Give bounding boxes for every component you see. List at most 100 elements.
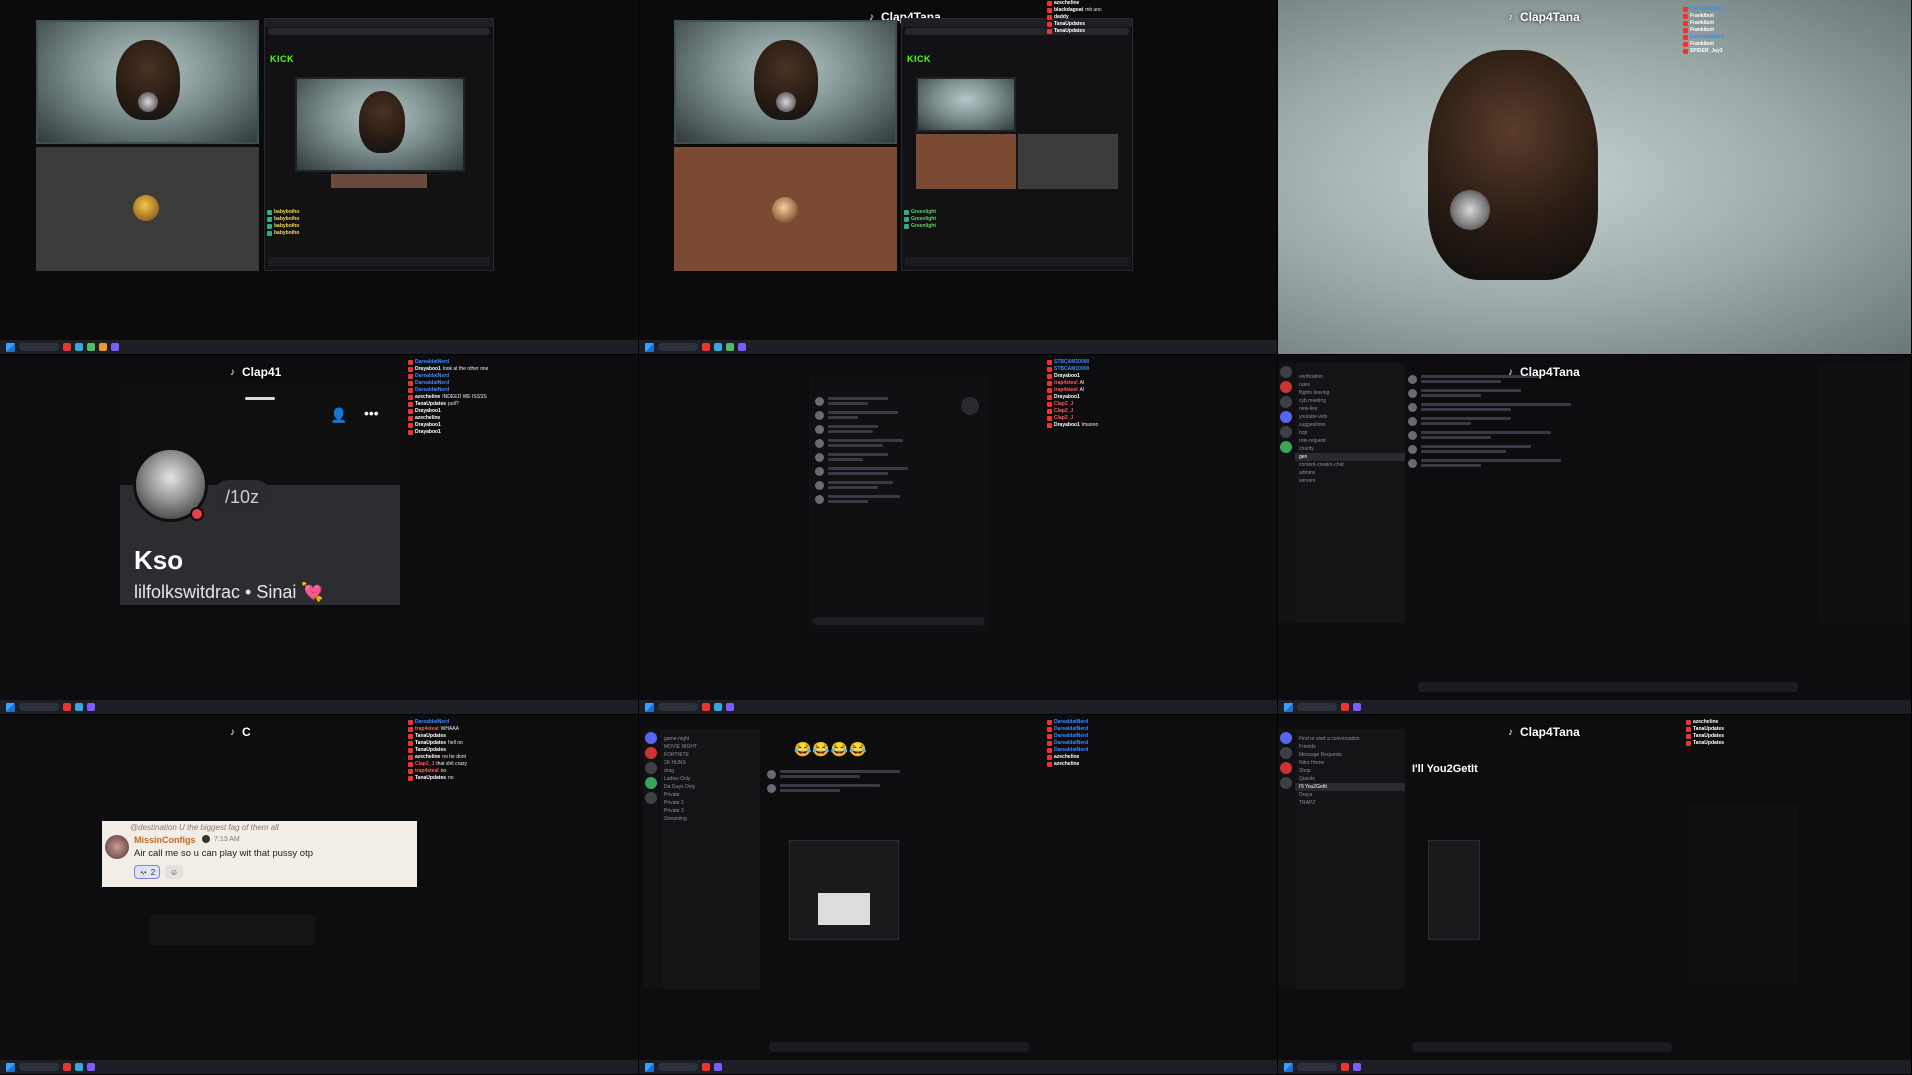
app-icon[interactable] <box>87 343 95 351</box>
app-icon[interactable] <box>726 703 734 711</box>
app-icon[interactable] <box>63 703 71 711</box>
app-icon[interactable] <box>1353 703 1361 711</box>
message-input[interactable] <box>1418 682 1798 692</box>
chat-username[interactable]: azecheline <box>415 415 440 422</box>
start-icon[interactable] <box>6 342 15 352</box>
chat-username[interactable]: trap4steel <box>1054 387 1078 394</box>
app-icon[interactable] <box>714 1063 722 1071</box>
start-icon[interactable] <box>645 1062 654 1072</box>
app-icon[interactable] <box>1341 703 1349 711</box>
chat-username[interactable]: Clap2_J <box>1054 401 1073 408</box>
author-name[interactable]: MissinConfigs <box>134 835 196 845</box>
server-icon[interactable] <box>1280 777 1292 789</box>
chat-username[interactable]: TanaUpdates <box>1693 740 1724 747</box>
taskbar-search[interactable] <box>19 703 59 711</box>
chat-username[interactable]: azecheline <box>1054 0 1079 7</box>
chat-username[interactable]: trap4steal <box>415 768 439 775</box>
start-icon[interactable] <box>1284 702 1293 712</box>
server-icon[interactable] <box>1280 381 1292 393</box>
chat-username[interactable]: SPIDER_Jay3 <box>1690 48 1723 55</box>
app-icon[interactable] <box>1353 1063 1361 1071</box>
chat-username[interactable]: azecheline <box>1693 719 1718 726</box>
app-icon[interactable] <box>75 343 83 351</box>
chat-username[interactable]: Drayaboo1 <box>1054 422 1080 429</box>
app-icon[interactable] <box>87 1063 95 1071</box>
server-icon[interactable] <box>645 747 657 759</box>
server-icon[interactable] <box>1280 747 1292 759</box>
taskbar-search[interactable] <box>19 343 59 351</box>
server-icon[interactable] <box>645 777 657 789</box>
taskbar-search[interactable] <box>1297 703 1337 711</box>
chat-username[interactable]: TanaUpdates <box>1054 28 1085 35</box>
server-icon[interactable] <box>1280 441 1292 453</box>
chat-username[interactable]: TanaUpdates <box>415 740 446 747</box>
sheet-handle[interactable] <box>245 397 275 400</box>
chat-username[interactable]: Drayaboo1 <box>1054 394 1080 401</box>
chat-username[interactable]: TanaUpdates <box>415 775 446 782</box>
chat-username[interactable]: azecheline <box>415 754 440 761</box>
chat-username[interactable]: Frankiboii <box>1690 27 1714 34</box>
taskbar-search[interactable] <box>1297 1063 1337 1071</box>
chat-username[interactable]: Drayaboo1 <box>415 408 441 415</box>
start-icon[interactable] <box>645 342 654 352</box>
image-attachment[interactable] <box>789 840 899 940</box>
chat-username[interactable]: DarealdatNerd <box>1690 6 1724 13</box>
kick-logo[interactable]: KICK <box>270 54 294 64</box>
chat-username[interactable]: DarealdatNerd <box>415 380 449 387</box>
app-icon[interactable] <box>702 343 710 351</box>
server-icon[interactable] <box>1280 732 1292 744</box>
server-icon[interactable] <box>645 762 657 774</box>
chat-username[interactable]: STBCAM10000 <box>1054 366 1089 373</box>
browser-tabs[interactable] <box>265 19 493 27</box>
app-icon[interactable] <box>702 1063 710 1071</box>
image-attachment[interactable] <box>1428 840 1480 940</box>
chat-username[interactable]: TanaUpdates <box>1693 726 1724 733</box>
server-icon[interactable] <box>1280 411 1292 423</box>
start-icon[interactable] <box>6 702 15 712</box>
app-icon[interactable] <box>738 343 746 351</box>
app-icon[interactable] <box>87 703 95 711</box>
app-icon[interactable] <box>63 343 71 351</box>
more-icon[interactable]: ••• <box>364 405 379 421</box>
server-icon[interactable] <box>645 732 657 744</box>
chat-username[interactable]: azecheline <box>1054 754 1079 761</box>
app-icon[interactable] <box>111 343 119 351</box>
chat-username[interactable]: DarealdatNerd <box>415 359 449 366</box>
kick-logo[interactable]: KICK <box>907 54 931 64</box>
chat-username[interactable]: trap4steel <box>1054 380 1078 387</box>
chat-username[interactable]: DarealdatNerd <box>1690 34 1724 41</box>
chat-username[interactable]: DarealdatNerd <box>415 719 449 726</box>
chat-username[interactable]: Drayaboo1 <box>415 429 441 436</box>
server-icon[interactable] <box>1280 762 1292 774</box>
app-icon[interactable] <box>63 1063 71 1071</box>
chat-username[interactable]: DarealdatNerd <box>1054 719 1088 726</box>
message-input[interactable] <box>905 257 1129 266</box>
taskbar-search[interactable] <box>658 343 698 351</box>
chat-username[interactable]: Drayaboo1 <box>415 366 441 373</box>
server-icon[interactable] <box>645 792 657 804</box>
app-icon[interactable] <box>714 343 722 351</box>
app-icon[interactable] <box>726 343 734 351</box>
start-icon[interactable] <box>6 1062 15 1072</box>
chat-username[interactable]: Drayaboo1 <box>415 422 441 429</box>
add-reaction-icon[interactable]: ☺ <box>165 865 183 879</box>
reaction-chip[interactable]: 💀 2 <box>134 865 160 879</box>
message-input[interactable] <box>813 617 985 625</box>
chat-username[interactable]: STBCAM10000 <box>1054 359 1089 366</box>
chat-username[interactable]: Clap2_J <box>415 761 434 768</box>
chat-username[interactable]: Clap2_J <box>1054 415 1073 422</box>
chat-username[interactable]: Frankiboii <box>1690 20 1714 27</box>
author-avatar[interactable] <box>105 835 129 859</box>
chat-username[interactable]: azecheline <box>1054 761 1079 768</box>
start-icon[interactable] <box>1284 1062 1293 1072</box>
app-icon[interactable] <box>1341 1063 1349 1071</box>
chat-username[interactable]: DarealdatNerd <box>1054 747 1088 754</box>
chat-username[interactable]: Frankiboii <box>1690 13 1714 20</box>
server-icon[interactable] <box>1280 366 1292 378</box>
chat-username[interactable]: blackdagoat <box>1054 7 1083 14</box>
app-icon[interactable] <box>75 1063 83 1071</box>
message-input[interactable] <box>1412 1042 1672 1052</box>
chat-username[interactable]: TanaUpdates <box>415 747 446 754</box>
server-icon[interactable] <box>1280 426 1292 438</box>
chat-username[interactable]: azecheline <box>415 394 440 401</box>
